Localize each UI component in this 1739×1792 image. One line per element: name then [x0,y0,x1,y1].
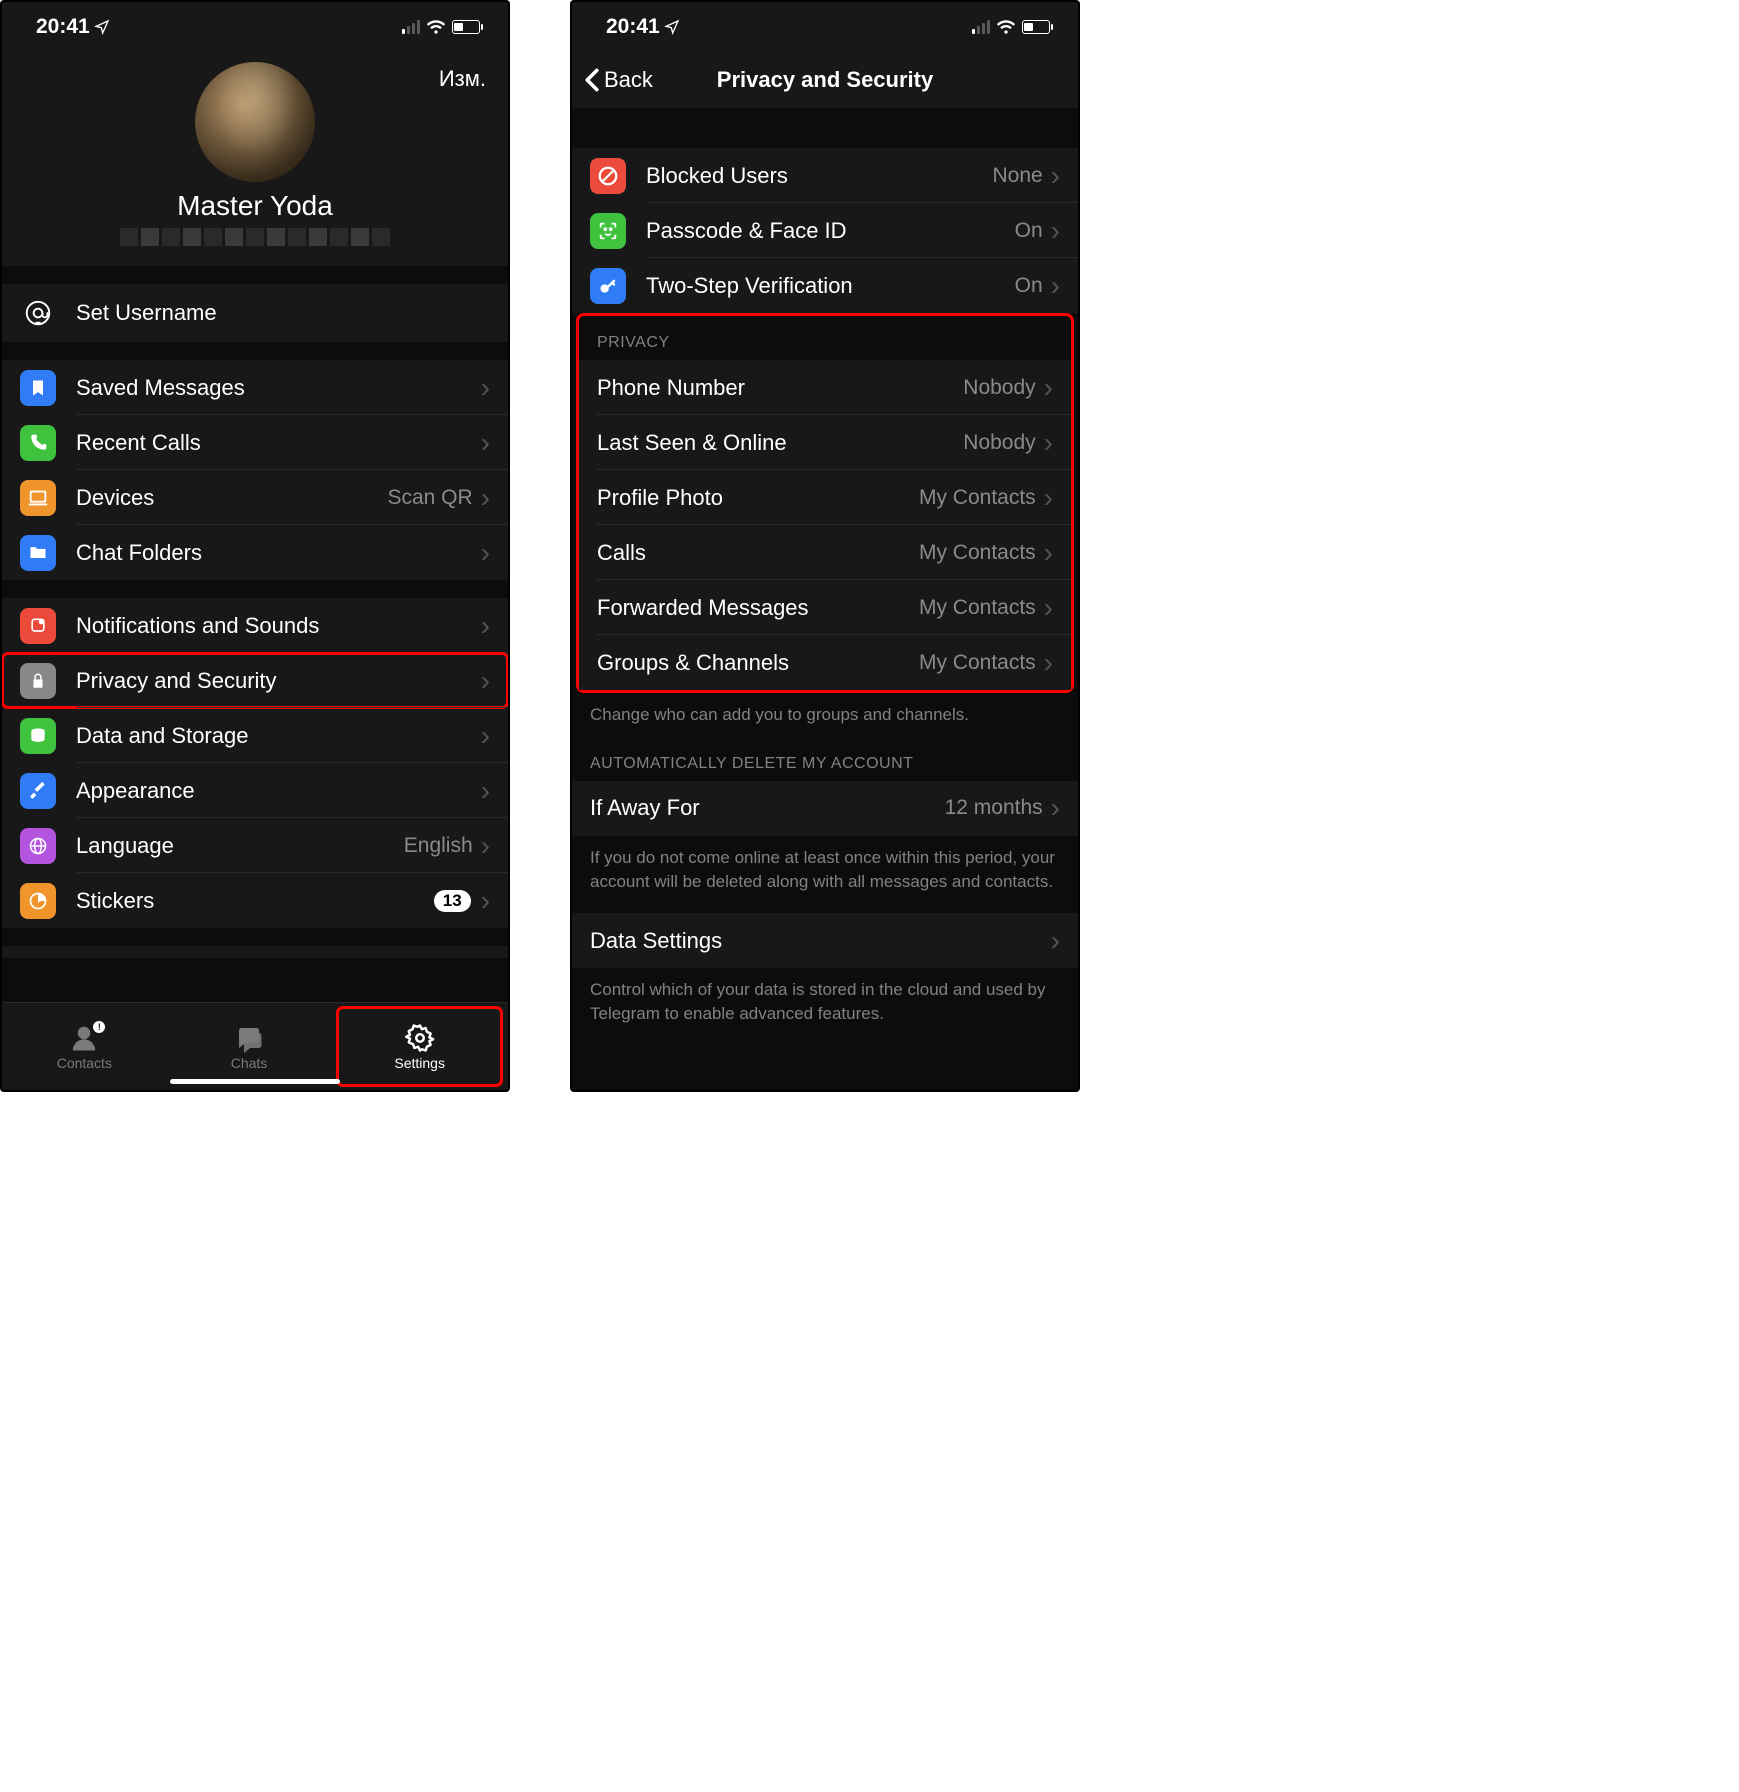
chevron-right-icon: › [1044,372,1053,404]
data-storage-row[interactable]: Data and Storage › [2,708,508,763]
chevron-right-icon: › [1044,537,1053,569]
tab-chats[interactable]: Chats [167,1003,332,1090]
stickers-badge: 13 [434,890,471,912]
blocked-users-row[interactable]: Blocked Users None › [572,148,1078,203]
chats-icon [231,1023,267,1053]
chevron-right-icon: › [481,482,490,514]
chevron-right-icon: › [1044,482,1053,514]
back-button[interactable]: Back [584,67,653,93]
home-indicator[interactable] [170,1079,340,1084]
auto-delete-header: AUTOMATICALLY DELETE MY ACCOUNT [572,733,1078,781]
chevron-right-icon: › [1051,925,1060,957]
location-arrow-icon [664,19,680,35]
chevron-right-icon: › [1051,160,1060,192]
chevron-right-icon: › [1044,427,1053,459]
status-bar: 20:41 [2,2,508,52]
wifi-icon [426,17,446,37]
calls-row[interactable]: Calls My Contacts › [579,525,1071,580]
phone-icon [20,425,56,461]
status-bar: 20:41 [572,2,1078,52]
chevron-right-icon: › [1044,647,1053,679]
chevron-right-icon: › [481,427,490,459]
privacy-footer: Change who can add you to groups and cha… [572,693,1078,733]
privacy-security-screen: 20:41 Back Privacy and Security Blocked … [570,0,1080,1092]
database-icon [20,718,56,754]
last-seen-row[interactable]: Last Seen & Online Nobody › [579,415,1071,470]
chevron-right-icon: › [1051,215,1060,247]
profile-header: Изм. Master Yoda [2,52,508,266]
bell-icon [20,608,56,644]
security-section: Blocked Users None › Passcode & Face ID … [572,148,1078,313]
profile-photo-row[interactable]: Profile Photo My Contacts › [579,470,1071,525]
passcode-row[interactable]: Passcode & Face ID On › [572,203,1078,258]
privacy-section-header: PRIVACY [579,316,1071,360]
chevron-right-icon: › [1044,592,1053,624]
privacy-section-highlighted: PRIVACY Phone Number Nobody › Last Seen … [576,313,1074,693]
globe-icon [20,828,56,864]
saved-messages-row[interactable]: Saved Messages › [2,360,508,415]
edit-button[interactable]: Изм. [439,66,486,92]
profile-name: Master Yoda [2,190,508,222]
chevron-right-icon: › [481,830,490,862]
tab-bar: ! Contacts Chats Settings [2,1002,508,1090]
username-label: Set Username [76,300,217,326]
at-icon [20,295,56,331]
wifi-icon [996,17,1016,37]
lock-icon [20,663,56,699]
blocked-icon [590,158,626,194]
if-away-row[interactable]: If Away For 12 months › [572,781,1078,836]
signal-icon [972,20,990,34]
chevron-right-icon: › [1051,792,1060,824]
bookmark-icon [20,370,56,406]
contacts-icon: ! [67,1023,101,1053]
stickers-row[interactable]: Stickers 13 › [2,873,508,928]
battery-icon [1022,20,1050,34]
two-step-row[interactable]: Two-Step Verification On › [572,258,1078,313]
privacy-security-row[interactable]: Privacy and Security › [2,653,508,708]
chevron-right-icon: › [481,610,490,642]
chat-folders-row[interactable]: Chat Folders › [2,525,508,580]
forwarded-messages-row[interactable]: Forwarded Messages My Contacts › [579,580,1071,635]
tab-contacts[interactable]: ! Contacts [2,1003,167,1090]
set-username-row[interactable]: Set Username [2,284,508,342]
signal-icon [402,20,420,34]
profile-phone-blurred [2,228,508,246]
brush-icon [20,773,56,809]
data-settings-row[interactable]: Data Settings › [572,913,1078,968]
chevron-right-icon: › [481,885,490,917]
phone-number-row[interactable]: Phone Number Nobody › [579,360,1071,415]
notifications-row[interactable]: Notifications and Sounds › [2,598,508,653]
key-icon [590,268,626,304]
chevron-right-icon: › [481,665,490,697]
auto-delete-footer: If you do not come online at least once … [572,836,1078,900]
nav-bar: Back Privacy and Security [572,52,1078,108]
location-arrow-icon [94,19,110,35]
tab-settings[interactable]: Settings [337,1007,502,1086]
chevron-right-icon: › [481,775,490,807]
chevron-right-icon: › [481,372,490,404]
groups-channels-row[interactable]: Groups & Channels My Contacts › [579,635,1071,690]
status-time: 20:41 [36,15,90,39]
face-id-icon [590,213,626,249]
appearance-row[interactable]: Appearance › [2,763,508,818]
avatar[interactable] [195,62,315,182]
sticker-icon [20,883,56,919]
battery-icon [452,20,480,34]
language-row[interactable]: Language English › [2,818,508,873]
chevron-right-icon: › [1051,270,1060,302]
recent-calls-row[interactable]: Recent Calls › [2,415,508,470]
gear-icon [404,1023,436,1053]
settings-screen: 20:41 Изм. Master Yoda Set Username Save… [0,0,510,1092]
status-time: 20:41 [606,15,660,39]
folder-icon [20,535,56,571]
data-settings-footer: Control which of your data is stored in … [572,968,1078,1032]
chevron-right-icon: › [481,720,490,752]
laptop-icon [20,480,56,516]
devices-row[interactable]: Devices Scan QR › [2,470,508,525]
chevron-right-icon: › [481,537,490,569]
